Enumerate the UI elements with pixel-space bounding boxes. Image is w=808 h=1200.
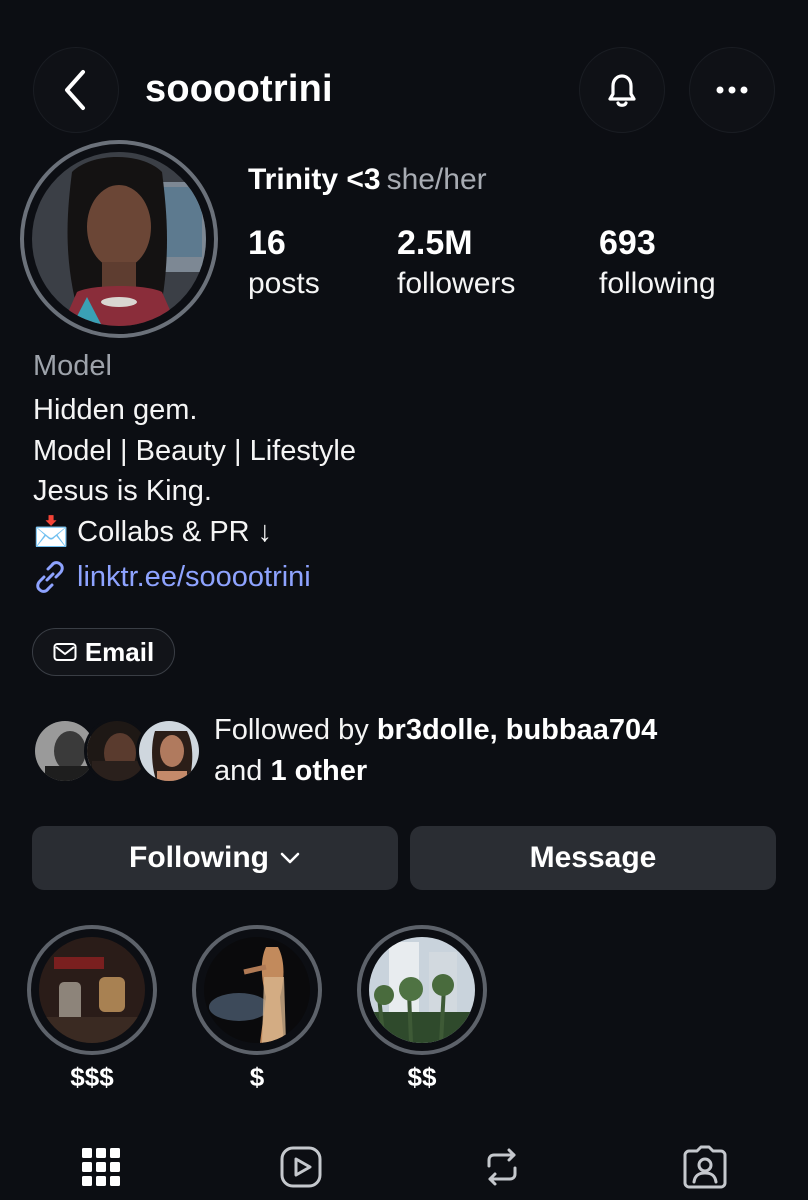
tab-reposts[interactable] (477, 1142, 527, 1192)
highlight-cover (369, 937, 475, 1043)
followed-by-others: 1 other (270, 755, 368, 787)
email-button-label: Email (84, 636, 155, 667)
story-highlight[interactable] (357, 925, 487, 1055)
profile-avatar[interactable] (20, 140, 218, 338)
reposts-icon (487, 1148, 517, 1186)
stat-followers[interactable]: 2.5M followers (397, 222, 515, 302)
highlight-label: $$$ (70, 1062, 114, 1092)
highlight-cover (204, 937, 310, 1043)
followed-by-and: and (214, 755, 271, 787)
stat-posts[interactable]: 16 posts (248, 222, 320, 302)
envelope-arrow-emoji: 📩 (33, 515, 70, 548)
avatar (136, 718, 202, 784)
bio-line: Hidden gem. (33, 394, 198, 426)
profile-username: sooootrini (145, 68, 333, 110)
story-highlight[interactable] (27, 925, 157, 1055)
reels-icon (280, 1146, 322, 1188)
display-name-row: Trinity <3 she/her (248, 163, 487, 197)
grid-icon (82, 1148, 120, 1186)
story-highlight[interactable] (192, 925, 322, 1055)
stat-following-label: following (599, 266, 716, 300)
followed-by-prefix: Followed by (214, 714, 377, 746)
stat-following[interactable]: 693 following (599, 222, 716, 302)
display-name: Trinity <3 (248, 163, 381, 196)
profile-link[interactable]: linktr.ee/sooootrini (33, 560, 311, 594)
tab-tagged[interactable] (680, 1142, 730, 1192)
tagged-icon (683, 1145, 727, 1189)
profile-link-text: linktr.ee/sooootrini (77, 560, 311, 593)
bio-collabs-text: Collabs & PR ↓ (77, 515, 273, 548)
tab-posts-grid[interactable] (76, 1142, 126, 1192)
back-button[interactable] (33, 47, 119, 133)
stat-posts-label: posts (248, 266, 320, 300)
profile-category: Model (33, 350, 112, 382)
bio-line: 📩 Collabs & PR ↓ (33, 512, 773, 553)
mutual-followers-avatars[interactable] (32, 718, 202, 784)
stat-followers-value: 2.5M (397, 224, 473, 262)
bell-icon (608, 74, 636, 107)
chevron-left-icon (65, 70, 85, 110)
bio-line: Jesus is King. (33, 475, 212, 507)
tab-reels[interactable] (276, 1142, 326, 1192)
highlight-label: $ (249, 1062, 265, 1092)
avatar-photo (32, 152, 206, 326)
more-horizontal-icon (716, 86, 748, 94)
message-button-label: Message (529, 841, 657, 874)
stat-following-value: 693 (599, 224, 656, 262)
more-options-button[interactable] (689, 47, 775, 133)
email-button[interactable]: Email (32, 628, 175, 676)
profile-bio: Hidden gem. Model | Beauty | Lifestyle J… (33, 390, 773, 552)
envelope-icon (53, 643, 77, 661)
highlight-label: $$ (407, 1062, 437, 1092)
followed-by-text[interactable]: Followed by br3dolle, bubbaa704 and 1 ot… (214, 710, 657, 792)
highlight-cover (39, 937, 145, 1043)
chevron-down-icon (280, 852, 300, 864)
link-icon (36, 561, 64, 593)
notifications-button[interactable] (579, 47, 665, 133)
stat-posts-value: 16 (248, 224, 286, 262)
followed-by-names: br3dolle, bubbaa704 (376, 714, 658, 746)
bio-line: Model | Beauty | Lifestyle (33, 434, 356, 467)
message-button[interactable]: Message (410, 826, 776, 890)
following-button-label: Following (129, 841, 269, 874)
following-button[interactable]: Following (32, 826, 398, 890)
stat-followers-label: followers (397, 266, 516, 300)
pronouns: she/her (386, 163, 487, 196)
